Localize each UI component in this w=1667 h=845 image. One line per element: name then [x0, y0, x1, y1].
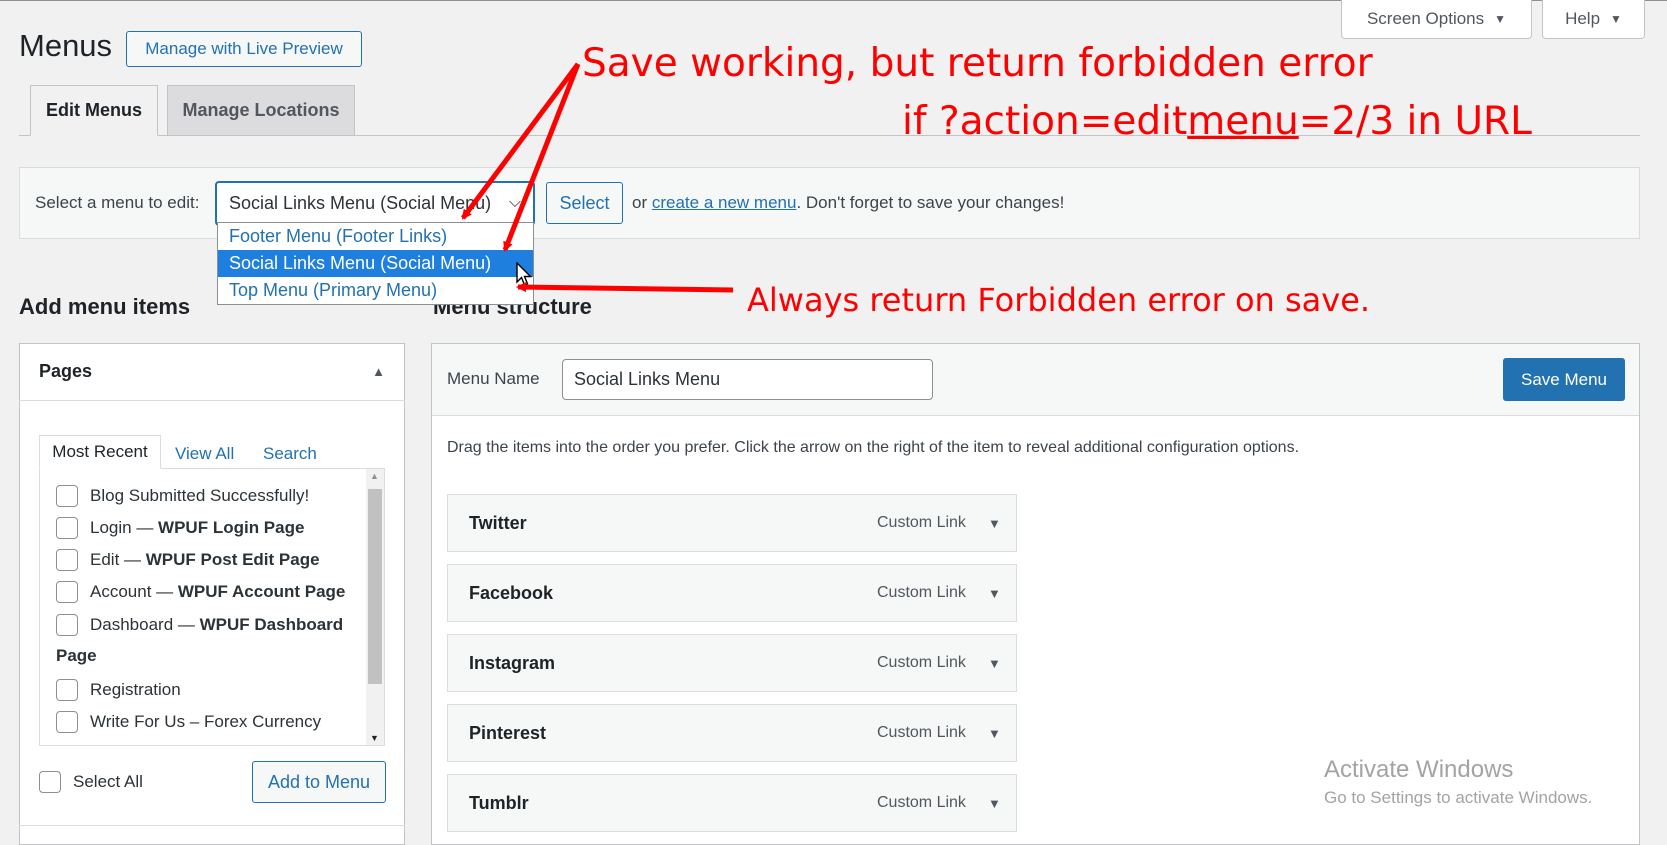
- arrow-to-select: [460, 62, 581, 220]
- annotation-url-part-c: =2/3 in URL: [1298, 99, 1532, 144]
- annotation-url-note: if ?action=editmenu=2/3 in URL: [902, 99, 1532, 144]
- annotation-always-forbidden: Always return Forbidden error on save.: [747, 281, 1371, 319]
- arrow-to-social-option: [502, 63, 581, 252]
- annotation-save-working: Save working, but return forbidden error: [582, 41, 1373, 86]
- arrow-to-top-menu-option: [516, 282, 734, 293]
- annotation-url-part-b: menu: [1187, 99, 1299, 144]
- annotation-url-part-a: if ?action=edit: [902, 99, 1188, 144]
